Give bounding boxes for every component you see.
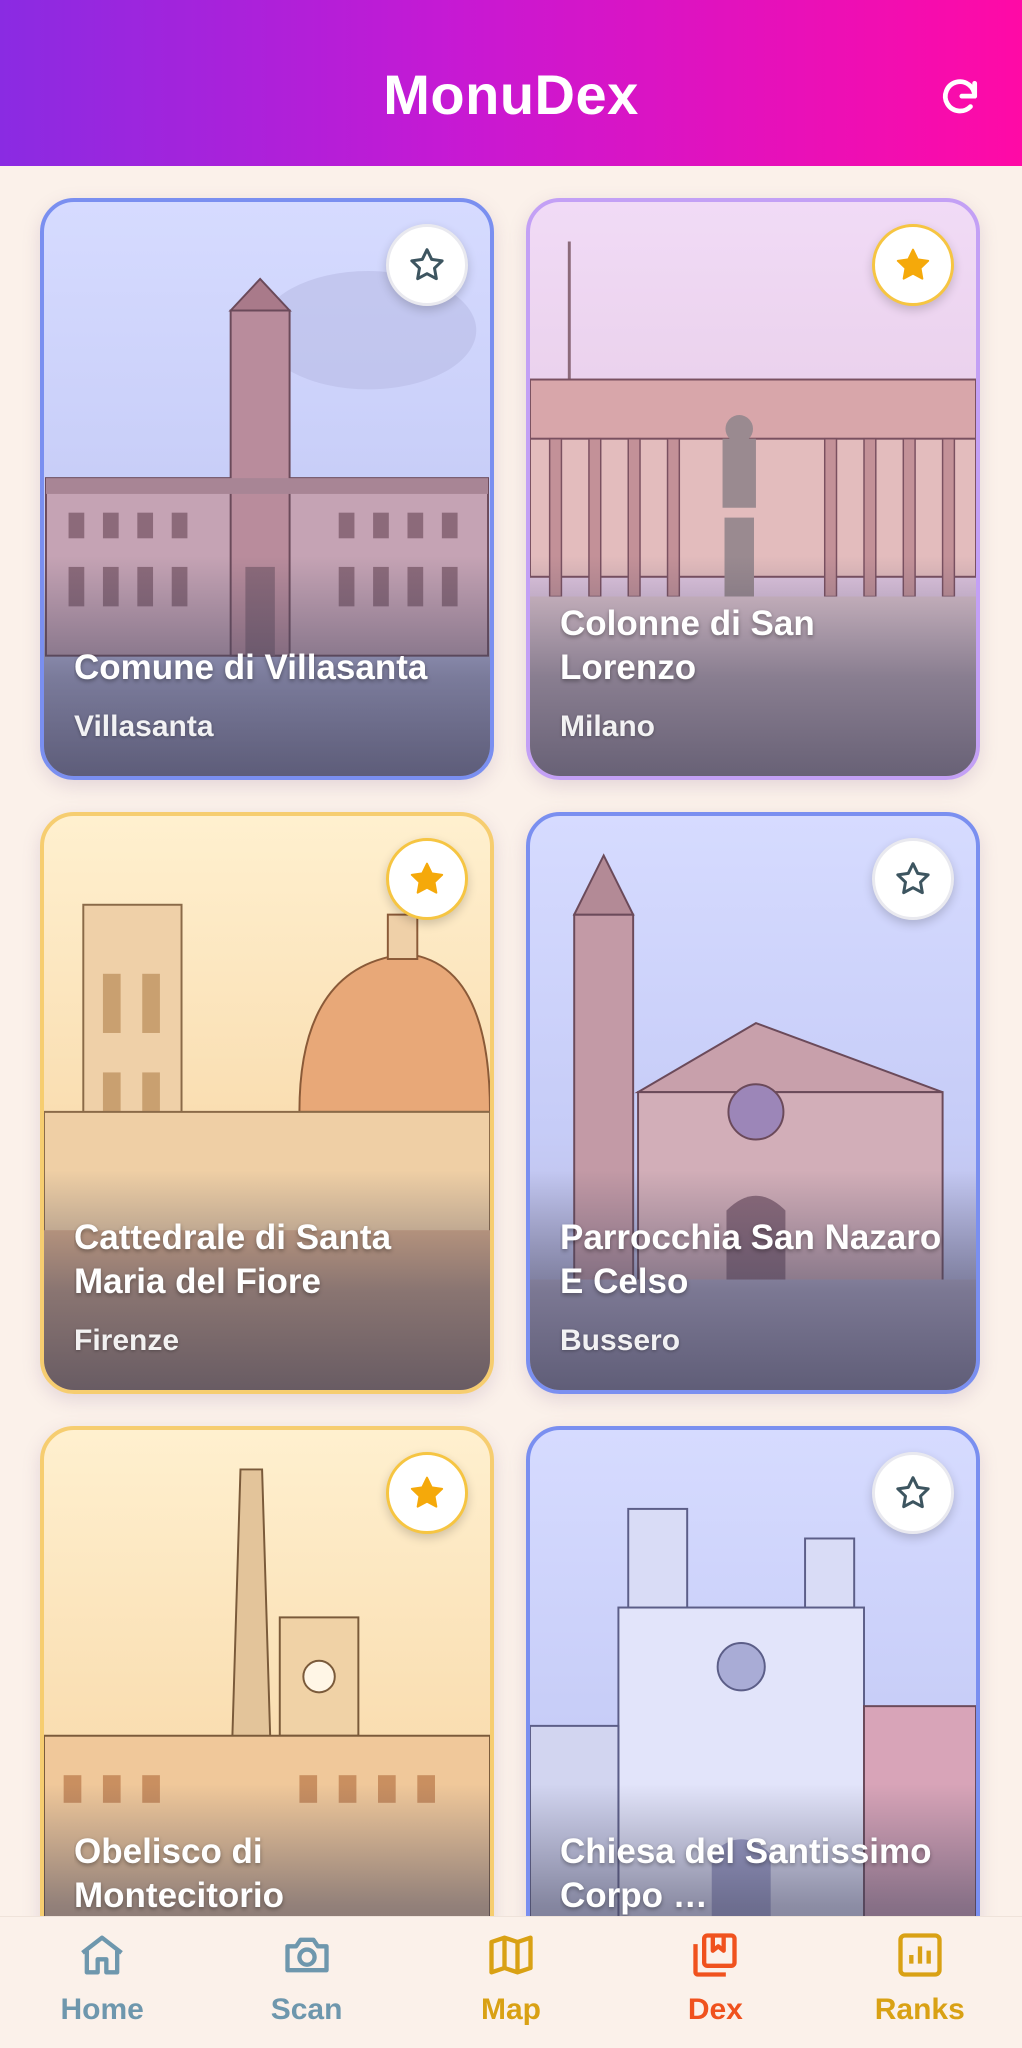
favorite-button[interactable] <box>872 838 954 920</box>
nav-dex[interactable]: Dex <box>625 1927 805 2027</box>
monument-city: Villasanta <box>74 710 214 743</box>
star-filled-icon <box>410 862 444 894</box>
star-outline-icon <box>410 248 444 281</box>
favorite-button[interactable] <box>386 1452 468 1534</box>
nav-label: Dex <box>687 1993 743 2026</box>
favorite-button[interactable] <box>872 1452 954 1534</box>
bar-chart-icon <box>898 1933 942 1977</box>
monument-name: Comune di Villasanta <box>74 648 428 687</box>
favorite-button[interactable] <box>386 838 468 920</box>
app-header: MonuDex <box>0 0 1022 166</box>
star-outline-icon <box>896 862 930 895</box>
monument-city: Firenze <box>74 1324 180 1357</box>
monument-name: Obelisco di Montecitorio <box>74 1832 284 1915</box>
monument-card[interactable]: Comune di Villasanta Villasanta <box>40 198 494 780</box>
monument-card[interactable]: Chiesa del Santissimo Corpo … <box>526 1426 980 1916</box>
monument-name: Parrocchia San Nazaro E Celso <box>560 1218 942 1301</box>
refresh-icon <box>942 79 978 114</box>
favorite-button[interactable] <box>872 224 954 306</box>
monument-name: Colonne di San Lorenzo <box>560 604 815 687</box>
star-filled-icon <box>896 248 930 280</box>
monument-name: Chiesa del Santissimo Corpo … <box>560 1832 932 1915</box>
monument-name: Cattedrale di Santa Maria del Fiore <box>74 1218 392 1301</box>
nav-label: Ranks <box>874 1993 965 2026</box>
monument-card[interactable]: Parrocchia San Nazaro E Celso Bussero <box>526 812 980 1394</box>
bottom-navigation: Home Scan Map Dex Ranks <box>0 1916 1022 2048</box>
nav-home[interactable]: Home <box>12 1927 192 2027</box>
home-icon <box>81 1935 124 1975</box>
nav-label: Map <box>480 1993 541 2026</box>
refresh-button[interactable] <box>934 72 986 124</box>
star-outline-icon <box>896 1476 930 1509</box>
nav-map[interactable]: Map <box>421 1927 601 2027</box>
nav-ranks[interactable]: Ranks <box>830 1927 1010 2027</box>
camera-icon <box>284 1937 329 1973</box>
nav-label: Scan <box>270 1993 343 2026</box>
monument-card[interactable]: Cattedrale di Santa Maria del Fiore Fire… <box>40 812 494 1394</box>
bookmark-collection-icon <box>693 1933 738 1977</box>
monument-card[interactable]: Obelisco di Montecitorio <box>40 1426 494 1916</box>
nav-label: Home <box>60 1993 144 2026</box>
monument-city: Milano <box>560 710 655 743</box>
star-filled-icon <box>410 1476 444 1508</box>
map-icon <box>489 1935 533 1975</box>
monument-grid: Comune di Villasanta Villasanta Colonne … <box>0 166 1022 1916</box>
nav-scan[interactable]: Scan <box>217 1927 397 2027</box>
monument-city: Bussero <box>560 1324 681 1357</box>
monument-card[interactable]: Colonne di San Lorenzo Milano <box>526 198 980 780</box>
app-title: MonuDex <box>383 63 639 126</box>
favorite-button[interactable] <box>386 224 468 306</box>
